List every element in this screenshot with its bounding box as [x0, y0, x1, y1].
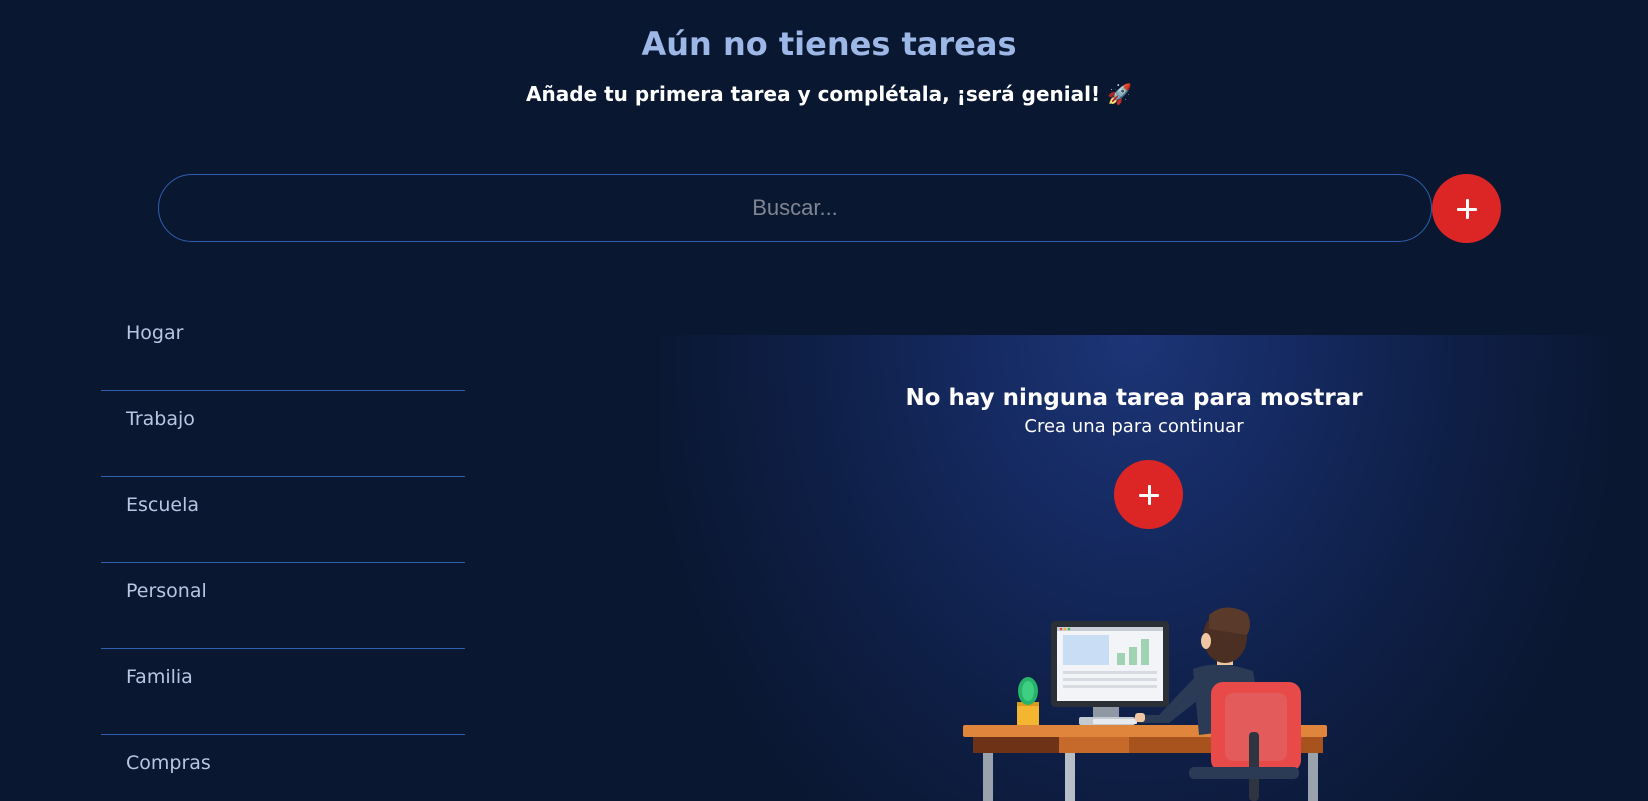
sidebar-item-label: Familia [126, 666, 193, 688]
plus-icon [1138, 484, 1159, 505]
add-task-button[interactable] [1432, 174, 1501, 243]
sidebar-item-personal[interactable]: Personal [101, 563, 465, 649]
sidebar-item-label: Compras [126, 752, 211, 774]
sidebar-item-label: Hogar [126, 322, 184, 344]
page-subtitle: Añade tu primera tarea y complétala, ¡se… [526, 82, 1132, 106]
create-task-button[interactable] [1114, 460, 1183, 529]
empty-state-title: No hay ninguna tarea para mostrar [905, 385, 1363, 411]
page-title: Aún no tienes tareas [641, 25, 1017, 63]
sidebar-item-label: Trabajo [126, 408, 195, 430]
sidebar-item-hogar[interactable]: Hogar [101, 305, 465, 391]
sidebar-item-escuela[interactable]: Escuela [101, 477, 465, 563]
empty-state-panel: No hay ninguna tarea para mostrar Crea u… [660, 335, 1608, 801]
sidebar-item-familia[interactable]: Familia [101, 649, 465, 735]
empty-state-subtitle: Crea una para continuar [1024, 416, 1244, 437]
app-root: Aún no tienes tareas Añade tu primera ta… [0, 0, 1648, 801]
sidebar-item-label: Personal [126, 580, 207, 602]
category-sidebar: Hogar Trabajo Escuela Personal Familia C… [101, 305, 465, 801]
search-input[interactable] [158, 174, 1432, 242]
sidebar-item-label: Escuela [126, 494, 200, 516]
plus-icon [1456, 198, 1477, 219]
sidebar-item-compras[interactable]: Compras [101, 735, 465, 801]
sidebar-item-trabajo[interactable]: Trabajo [101, 391, 465, 477]
person-at-desk-illustration [963, 607, 1327, 801]
